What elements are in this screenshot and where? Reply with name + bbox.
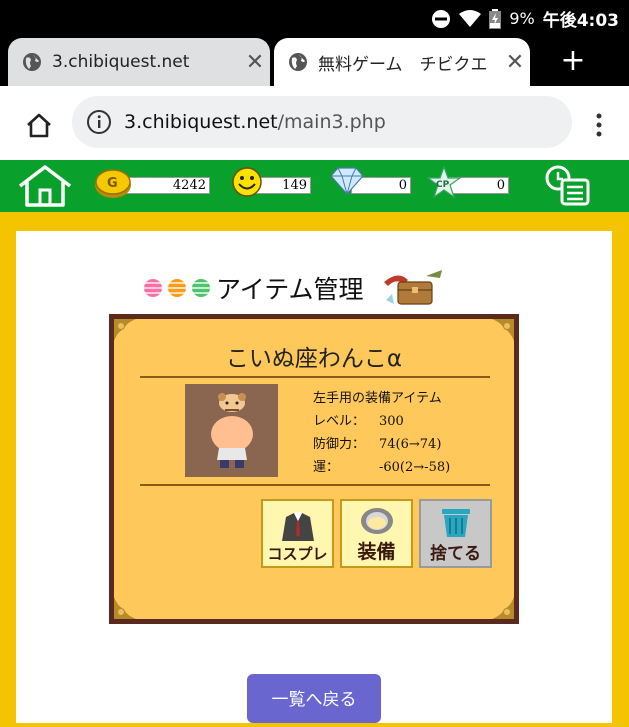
green-dot-icon bbox=[192, 279, 210, 297]
cp-badge: CP bbox=[436, 180, 450, 190]
discard-button[interactable]: 捨てる bbox=[419, 499, 492, 568]
item-type: 左手用の装備アイテム bbox=[313, 391, 442, 406]
globe-icon bbox=[23, 53, 41, 71]
diamond-icon bbox=[330, 167, 364, 196]
url-host: 3.chibiquest.net bbox=[124, 111, 278, 133]
stat-label: 運： bbox=[313, 460, 340, 475]
corner-ornament-icon bbox=[114, 597, 136, 619]
back-to-list-button[interactable]: 一覧へ戻る bbox=[247, 674, 381, 723]
item-stats: 左手用の装備アイテム レベル： 300 防御力： 74(6→74) 運： -60(2→… bbox=[313, 387, 450, 479]
globe-icon bbox=[289, 53, 307, 71]
cp-star-icon: CP bbox=[427, 166, 461, 199]
item-bag-icon bbox=[383, 270, 442, 305]
tab-title: 無料ゲーム チビクエ bbox=[318, 54, 488, 75]
equip-button[interactable]: 装備 bbox=[340, 499, 413, 568]
equip-label: 装備 bbox=[357, 541, 396, 563]
cosplay-label: コスプレ bbox=[267, 545, 328, 563]
url-path: /main3.php bbox=[277, 111, 386, 133]
character-avatar bbox=[211, 393, 253, 468]
stat-row: 運： -60(2→-58) bbox=[313, 456, 450, 479]
orange-dot-icon bbox=[168, 279, 186, 297]
cosplay-button[interactable]: コスプレ bbox=[261, 499, 334, 568]
corner-ornament-icon bbox=[492, 597, 514, 619]
battery-icon bbox=[489, 8, 502, 29]
status-bar: 9% 午後4:03 bbox=[0, 0, 629, 34]
divider bbox=[140, 484, 490, 486]
home-icon[interactable] bbox=[16, 164, 74, 208]
discard-label: 捨てる bbox=[430, 544, 481, 564]
url-field[interactable]: 3.chibiquest.net/main3.php bbox=[72, 96, 572, 148]
close-icon[interactable]: ✕ bbox=[240, 50, 270, 75]
stat-value: 300 bbox=[379, 414, 404, 429]
stat-row: レベル： 300 bbox=[313, 410, 450, 433]
tab-title: 3.chibiquest.net bbox=[52, 52, 190, 72]
stat-label: 防御力： bbox=[313, 437, 366, 452]
page-heading: アイテム管理 bbox=[144, 268, 446, 308]
close-icon[interactable]: ✕ bbox=[500, 50, 530, 75]
item-name: こいぬ座わんこα bbox=[225, 346, 403, 372]
gold-badge: G bbox=[107, 176, 118, 191]
heading-dots bbox=[144, 279, 210, 297]
more-vert-icon[interactable] bbox=[588, 110, 610, 140]
history-list-icon[interactable] bbox=[544, 164, 592, 206]
address-bar: 3.chibiquest.net/main3.php bbox=[0, 86, 629, 160]
item-image bbox=[185, 384, 278, 477]
trash-can-icon bbox=[441, 509, 470, 537]
tab-strip: 3.chibiquest.net ✕ 無料ゲーム チビクエ ✕ + bbox=[0, 34, 629, 86]
stat-label: レベル： bbox=[313, 414, 366, 429]
info-icon[interactable] bbox=[86, 109, 112, 135]
smile-counter: 149 bbox=[231, 167, 313, 197]
clock: 午後4:03 bbox=[542, 11, 619, 31]
shield-item-icon bbox=[360, 508, 393, 534]
new-tab-button[interactable]: + bbox=[556, 44, 590, 78]
stat-row: 防御力： 74(6→74) bbox=[313, 433, 450, 456]
stat-value: -60(2→-58) bbox=[379, 460, 451, 475]
diamond-counter: 0 bbox=[329, 167, 412, 196]
wifi-icon bbox=[459, 9, 482, 27]
gold-coin-icon: G bbox=[95, 169, 131, 198]
cp-counter: 0 CP bbox=[427, 166, 511, 199]
pink-dot-icon bbox=[144, 279, 162, 297]
tab-game[interactable]: 無料ゲーム チビクエ ✕ bbox=[274, 38, 530, 86]
item-card-inner: こいぬ座わんこα 左手用の装備アイテム レベル： 300 防御力： 74(6→7… bbox=[114, 319, 514, 619]
tab-chibiquest[interactable]: 3.chibiquest.net ✕ bbox=[8, 38, 270, 86]
stat-row: 左手用の装備アイテム bbox=[313, 387, 450, 410]
game-header-bar: 4242 G 149 0 0 CP bbox=[0, 160, 629, 212]
do-not-disturb-icon bbox=[432, 9, 451, 28]
gold-counter: 4242 G bbox=[94, 169, 210, 198]
battery-percent: 9% bbox=[509, 9, 535, 28]
home-icon[interactable] bbox=[24, 110, 54, 140]
item-card: こいぬ座わんこα 左手用の装備アイテム レベル： 300 防御力： 74(6→7… bbox=[109, 314, 519, 624]
main-panel: アイテム管理 こいぬ座わんこα 左手用の装備アイテム レベル： 300 防御力：… bbox=[16, 231, 612, 723]
page-title: アイテム管理 bbox=[216, 275, 364, 304]
smile-icon bbox=[232, 167, 262, 197]
divider bbox=[140, 376, 490, 378]
stat-value: 74(6→74) bbox=[379, 437, 442, 452]
suit-icon bbox=[281, 512, 314, 541]
